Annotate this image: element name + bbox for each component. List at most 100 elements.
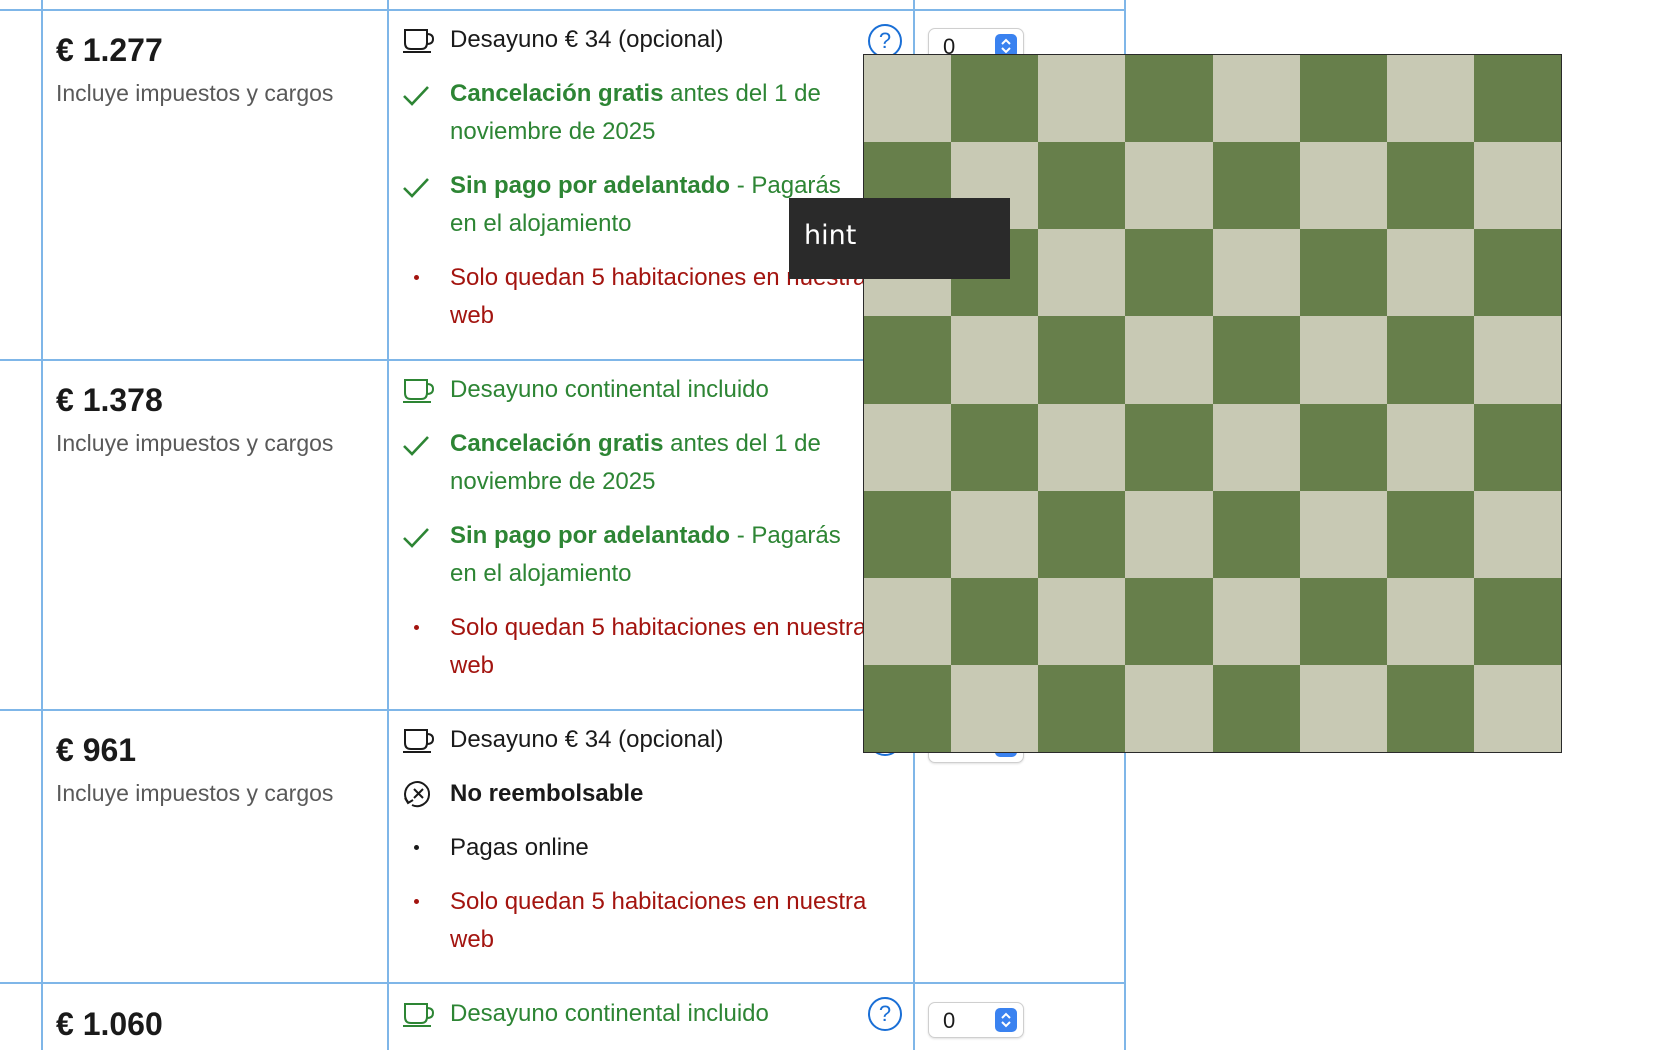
bullet-icon	[402, 259, 450, 335]
checker-square	[1299, 142, 1388, 231]
checker-square	[1212, 55, 1301, 143]
checker-square	[864, 577, 952, 666]
checker-square	[1473, 229, 1561, 318]
payment-condition: Pagas online	[402, 829, 872, 867]
bullet-icon	[402, 609, 450, 685]
checker-square	[1386, 316, 1475, 405]
check-icon	[402, 425, 450, 501]
checker-square	[1473, 664, 1561, 752]
table-column-divider	[387, 0, 389, 1050]
breakfast-label: Desayuno continental incluido	[450, 1000, 769, 1027]
price: € 961	[56, 732, 137, 768]
checker-square	[951, 577, 1040, 666]
cup-icon	[402, 21, 450, 59]
table-top-border	[0, 9, 1126, 11]
taxes-note: Incluye impuestos y cargos	[56, 780, 334, 806]
scarcity-label: Solo quedan 5 habitaciones en nuestra we…	[450, 888, 867, 953]
checker-square	[951, 55, 1040, 143]
cancellation-condition: Cancelación gratis antes del 1 de noviem…	[402, 75, 872, 151]
checker-square	[1212, 403, 1301, 492]
checker-square	[1038, 316, 1127, 405]
taxes-note: Incluye impuestos y cargos	[56, 430, 334, 456]
checker-square	[1386, 577, 1475, 666]
checker-square	[1125, 664, 1214, 752]
checker-square	[1038, 403, 1127, 492]
checker-square	[1212, 142, 1301, 231]
checker-square	[1386, 142, 1475, 231]
row-divider	[0, 982, 1126, 984]
prepayment-condition: Sin pago por adelantado - Pagarás en el …	[402, 517, 872, 593]
checker-square	[1038, 577, 1127, 666]
cancellation-title: Cancelación gratis	[450, 80, 664, 107]
breakfast-condition: Desayuno continental incluido	[402, 995, 872, 1033]
checker-square	[1299, 55, 1388, 143]
checker-square	[1038, 55, 1127, 143]
checker-square	[1386, 490, 1475, 579]
checker-square	[1125, 577, 1214, 666]
cup-icon	[402, 995, 450, 1033]
cup-icon	[402, 371, 450, 409]
checker-square	[1299, 229, 1388, 318]
taxes-note: Incluye impuestos y cargos	[56, 80, 334, 106]
checker-square	[864, 55, 952, 143]
checker-square	[1386, 55, 1475, 143]
checker-square	[1125, 316, 1214, 405]
checker-square	[1473, 490, 1561, 579]
breakfast-label: Desayuno continental incluido	[450, 376, 769, 403]
checker-square	[1038, 229, 1127, 318]
check-icon	[402, 167, 450, 243]
room-quantity-select[interactable]: 0	[928, 1002, 1024, 1038]
checker-square	[864, 316, 952, 405]
breakfast-label: Desayuno € 34 (opcional)	[450, 26, 724, 53]
scarcity-condition: Solo quedan 5 habitaciones en nuestra we…	[402, 883, 872, 959]
hint-tooltip: hint	[789, 198, 1010, 279]
checker-square	[1125, 229, 1214, 318]
price: € 1.378	[56, 382, 163, 418]
breakfast-condition: Desayuno € 34 (opcional)	[402, 21, 872, 59]
checker-square	[1386, 403, 1475, 492]
checker-square	[1038, 142, 1127, 231]
bullet-icon	[402, 829, 450, 867]
checker-square	[1038, 490, 1127, 579]
cancellation-condition: Cancelación gratis antes del 1 de noviem…	[402, 425, 872, 501]
checker-square	[1125, 490, 1214, 579]
table-column-divider	[41, 0, 43, 1050]
cancellation-title: Cancelación gratis	[450, 430, 664, 457]
row-divider	[0, 359, 913, 361]
refund-label: No reembolsable	[450, 780, 644, 807]
checker-square	[1212, 490, 1301, 579]
checker-square	[1473, 316, 1561, 405]
checker-square	[1473, 55, 1561, 143]
stepper-arrows-icon	[995, 1008, 1017, 1032]
cup-icon	[402, 721, 450, 759]
checker-square	[1299, 577, 1388, 666]
help-icon[interactable]: ?	[868, 997, 902, 1031]
check-icon	[402, 75, 450, 151]
checker-square	[1299, 490, 1388, 579]
help-icon[interactable]: ?	[868, 24, 902, 58]
refund-condition: No reembolsable	[402, 775, 872, 813]
price: € 1.060	[56, 1006, 163, 1042]
checker-square	[1125, 55, 1214, 143]
check-icon	[402, 517, 450, 593]
checker-square	[951, 664, 1040, 752]
checker-square	[1212, 664, 1301, 752]
price: € 1.277	[56, 32, 163, 68]
payment-label: Pagas online	[450, 834, 589, 861]
checker-square	[951, 490, 1040, 579]
checker-square	[1038, 664, 1127, 752]
prepayment-title: Sin pago por adelantado	[450, 522, 731, 549]
bullet-icon	[402, 883, 450, 959]
checker-square	[951, 403, 1040, 492]
checker-square	[1299, 664, 1388, 752]
quantity-value: 0	[943, 1008, 956, 1033]
breakfast-condition: Desayuno € 34 (opcional)	[402, 721, 872, 759]
checker-square	[1473, 403, 1561, 492]
checker-square	[864, 490, 952, 579]
breakfast-condition: Desayuno continental incluido	[402, 371, 872, 409]
checker-square	[1386, 229, 1475, 318]
checker-square	[951, 316, 1040, 405]
checkerboard-overlay	[863, 54, 1562, 753]
checker-square	[1125, 403, 1214, 492]
checker-square	[1473, 142, 1561, 231]
